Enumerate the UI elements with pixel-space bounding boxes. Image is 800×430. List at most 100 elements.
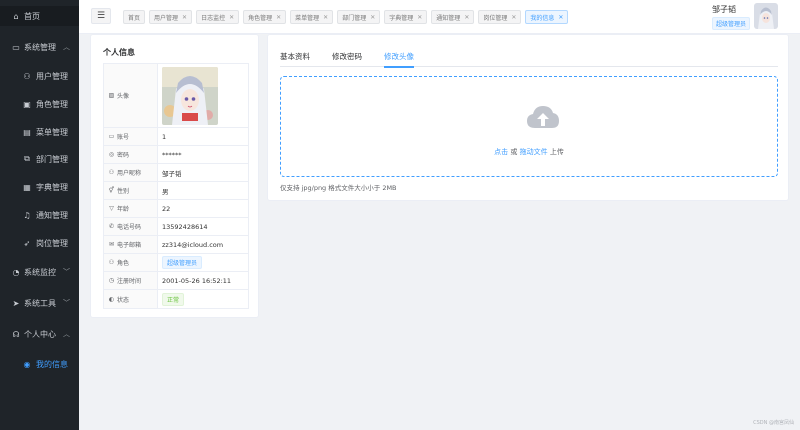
table-row: ◎ 密码 ****** <box>104 146 248 164</box>
close-icon[interactable]: ✕ <box>511 14 516 21</box>
row-label: ⚇ 用户昵称 <box>104 164 158 181</box>
label-text: 状态 <box>117 296 130 304</box>
user-dropdown[interactable]: 邹子韬 超级管理员 <box>711 3 778 30</box>
tag-label: 字典管理 <box>389 14 414 22</box>
tag-label: 首页 <box>128 14 141 22</box>
row-label: ▭ 账号 <box>104 128 158 145</box>
label-text: 年龄 <box>117 206 130 213</box>
table-row: ▨ 头像 <box>104 64 248 128</box>
close-icon[interactable]: ✕ <box>370 14 375 21</box>
tag-label: 日志监控 <box>201 14 226 22</box>
sidebar-item-label: 角色管理 <box>36 99 68 109</box>
user-icon: ⚇ <box>108 169 115 176</box>
label-text: 注册时间 <box>117 278 142 285</box>
sidebar-item-personal[interactable]: ☊ 个人中心 ︿ <box>0 324 79 344</box>
row-label: ▽ 年龄 <box>104 200 158 217</box>
avatar[interactable] <box>754 3 778 29</box>
tag-label: 菜单管理 <box>295 14 320 22</box>
sidebar-item-dicts[interactable]: ▦ 字典管理 <box>0 177 79 197</box>
sidebar-item-depts[interactable]: ⧉ 部门管理 <box>0 149 79 169</box>
tab-bar: 基本资料 修改密码 修改头像 <box>280 51 778 68</box>
row-value: ****** <box>162 150 182 159</box>
sidebar-item-label: 部门管理 <box>36 154 68 164</box>
sidebar-item-label: 首页 <box>24 11 40 21</box>
close-icon[interactable]: ✕ <box>323 14 328 21</box>
table-row: ◷ 注册时间 2001-05-26 16:52:11 <box>104 272 248 290</box>
click-upload-link[interactable]: 点击 <box>494 148 508 156</box>
profile-card: 个人信息 ▨ 头像 ▭ 账号 1 ◎ 密码 ****** ⚇ 用户昵称 邹子韬 … <box>90 34 259 318</box>
chevron-up-icon: ︿ <box>63 330 70 338</box>
tag-my-info[interactable]: 我的信息 ✕ <box>525 10 569 24</box>
status-badge: 正常 <box>162 292 185 306</box>
tag-menus[interactable]: 菜单管理 ✕ <box>290 10 334 24</box>
close-icon[interactable]: ✕ <box>182 14 187 21</box>
row-value: 正常 <box>158 290 248 308</box>
tab-basic-info[interactable]: 基本资料 <box>280 51 310 67</box>
tag-users[interactable]: 用户管理 ✕ <box>149 10 193 24</box>
sidebar-item-label: 字典管理 <box>36 182 68 192</box>
sidebar-item-label: 菜单管理 <box>36 127 68 137</box>
row-label: ▨ 头像 <box>104 64 158 127</box>
close-icon[interactable]: ✕ <box>417 14 422 21</box>
avatar-upload-dropzone[interactable]: 点击 或 拖动文件 上传 <box>280 76 778 177</box>
phone-icon: ✆ <box>108 223 115 230</box>
hamburger-icon[interactable]: ☰ <box>91 8 111 24</box>
sidebar-item-menus[interactable]: ▤ 菜单管理 <box>0 122 79 142</box>
upload-tip: 仅支持 jpg/png 格式文件大小小于 2MB <box>280 184 397 192</box>
tab-change-avatar[interactable]: 修改头像 <box>384 51 414 68</box>
sidebar-item-label: 通知管理 <box>36 210 68 220</box>
tag-label: 岗位管理 <box>483 14 508 22</box>
sidebar-item-label: 用户管理 <box>36 71 68 81</box>
close-icon[interactable]: ✕ <box>464 14 469 21</box>
tab-change-password[interactable]: 修改密码 <box>332 51 362 67</box>
sidebar-item-my-info[interactable]: ◉ 我的信息 <box>0 354 79 374</box>
tag-depts[interactable]: 部门管理 ✕ <box>337 10 381 24</box>
sidebar-item-monitor[interactable]: ◔ 系统监控 ﹀ <box>0 262 79 282</box>
tag-roles[interactable]: 角色管理 ✕ <box>243 10 287 24</box>
sidebar-item-label: 岗位管理 <box>36 238 68 248</box>
sidebar-item-home[interactable]: ⌂ 首页 <box>0 6 79 26</box>
row-value: 男 <box>162 187 169 196</box>
sidebar-item-tools[interactable]: ➤ 系统工具 ﹀ <box>0 293 79 313</box>
tag-home[interactable]: 首页 <box>123 10 146 24</box>
row-label: ◎ 密码 <box>104 146 158 163</box>
drag-file-text: 拖动文件 <box>519 148 548 156</box>
tag-label: 我的信息 <box>530 14 555 22</box>
bell-icon: ♫ <box>23 210 31 220</box>
sidebar-item-label: 个人中心 <box>24 329 56 339</box>
sidebar-item-notices[interactable]: ♫ 通知管理 <box>0 205 79 225</box>
sidebar-item-system[interactable]: ▭ 系统管理 ︿ <box>0 37 79 57</box>
table-row: ✉ 电子邮箱 zz314@icloud.com <box>104 236 248 254</box>
upload-word: 上传 <box>549 148 564 156</box>
row-label: ⚇ 角色 <box>104 254 158 271</box>
tag-notices[interactable]: 通知管理 ✕ <box>431 10 475 24</box>
close-icon[interactable]: ✕ <box>229 14 234 21</box>
label-text: 电子邮箱 <box>117 242 142 249</box>
sidebar-item-label: 系统监控 <box>24 267 56 277</box>
sidebar-item-roles[interactable]: ▣ 角色管理 <box>0 94 79 114</box>
tags-view: 首页 用户管理 ✕ 日志监控 ✕ 角色管理 ✕ 菜单管理 ✕ 部门管理 ✕ 字典管理 ✕ 通… <box>123 10 569 24</box>
row-label: ◷ 注册时间 <box>104 272 158 289</box>
close-icon[interactable]: ✕ <box>558 14 563 21</box>
tag-logs[interactable]: 日志监控 ✕ <box>196 10 240 24</box>
tag-label: 部门管理 <box>342 14 367 22</box>
table-row: ▭ 账号 1 <box>104 128 248 146</box>
gender-icon: ⚥ <box>108 187 115 194</box>
eye-icon: ◎ <box>108 151 115 158</box>
role-badge: 超级管理员 <box>711 17 750 30</box>
table-row: ✆ 电话号码 13592428614 <box>104 218 248 236</box>
sidebar-item-posts[interactable]: ➶ 岗位管理 <box>0 233 79 253</box>
post-icon: ➶ <box>23 238 31 248</box>
sidebar-item-users[interactable]: ⚇ 用户管理 <box>0 66 79 86</box>
tag-dicts[interactable]: 字典管理 ✕ <box>384 10 428 24</box>
row-value: 1 <box>162 132 167 141</box>
send-icon: ➤ <box>12 298 20 308</box>
tag-posts[interactable]: 岗位管理 ✕ <box>478 10 522 24</box>
dept-icon: ⧉ <box>24 154 30 163</box>
menu-icon: ▤ <box>23 127 31 137</box>
close-icon[interactable]: ✕ <box>276 14 281 21</box>
user-icon: ⚇ <box>23 71 31 81</box>
label-text: 头像 <box>117 93 130 100</box>
chevron-up-icon: ︿ <box>63 43 70 51</box>
location-icon: ◉ <box>23 359 31 369</box>
